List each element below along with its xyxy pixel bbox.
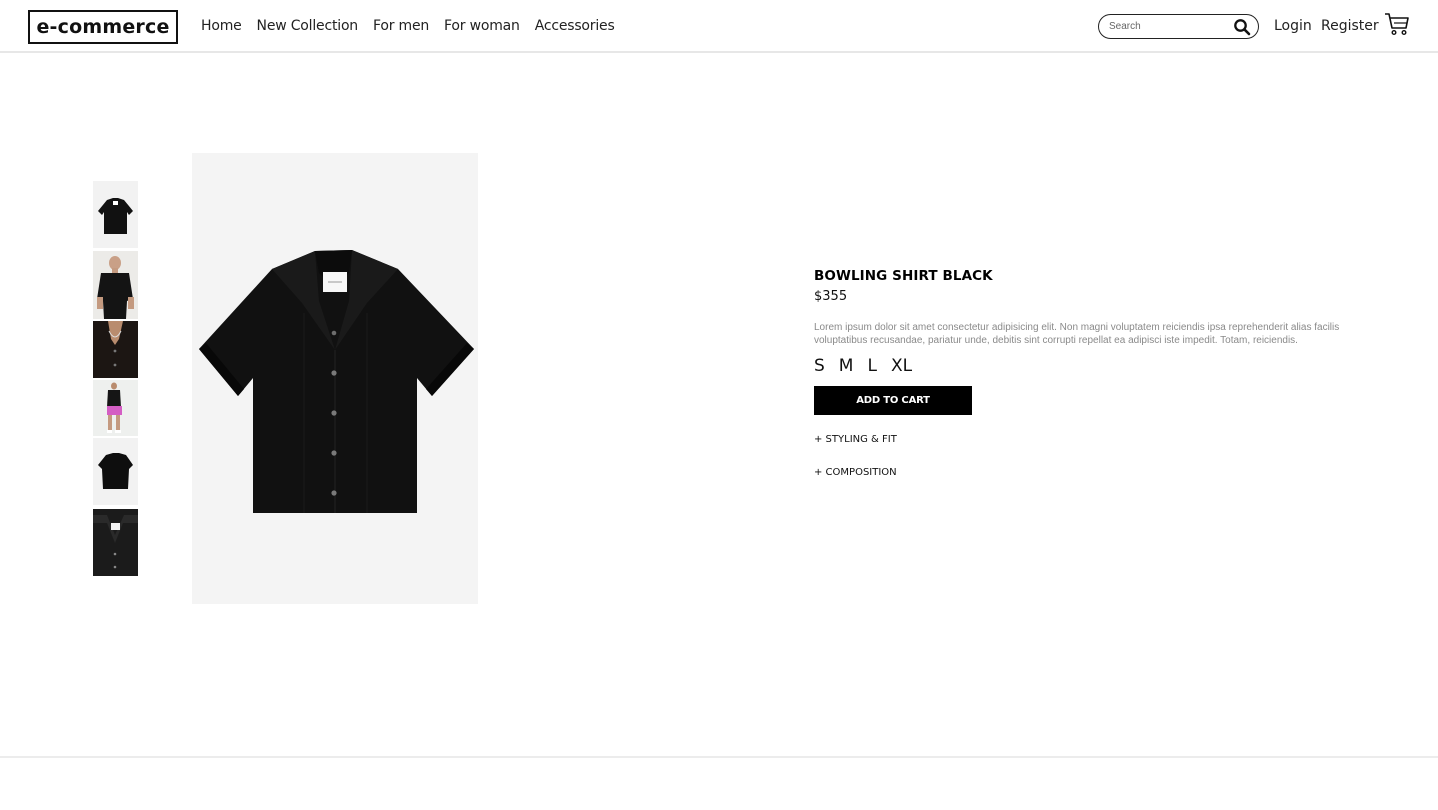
logo[interactable]: e-commerce [28,10,178,44]
thumbnail-3[interactable] [93,321,138,378]
nav-home[interactable]: Home [201,18,242,34]
nav-new-collection[interactable]: New Collection [257,18,359,34]
footer-divider [0,756,1438,758]
size-m[interactable]: M [839,356,854,376]
composition-toggle[interactable]: + COMPOSITION [814,467,1394,478]
nav-for-men[interactable]: For men [373,18,429,34]
register-link[interactable]: Register [1321,18,1379,34]
product-title: BOWLING SHIRT BLACK [814,268,993,284]
thumbnail-2[interactable] [93,251,138,319]
site-header: e-commerce Home New Collection For men F… [0,0,1438,53]
size-selector: S M L XL [814,356,1394,376]
product-description: Lorem ipsum dolor sit amet consectetur a… [814,322,1340,346]
cart-icon[interactable] [1384,12,1410,36]
search-box [1098,14,1259,39]
thumbnail-5[interactable] [93,438,138,505]
shirt-image [192,153,478,604]
product-info: BOWLING SHIRT BLACK $355 Lorem ipsum dol… [814,268,1394,478]
add-to-cart-button[interactable]: ADD TO CART [814,386,972,415]
nav-accessories[interactable]: Accessories [535,18,615,34]
thumbnail-1[interactable] [93,181,138,248]
size-l[interactable]: L [867,356,876,376]
search-icon[interactable] [1233,18,1251,36]
search-input[interactable] [1109,21,1229,32]
login-link[interactable]: Login [1274,18,1312,34]
size-s[interactable]: S [814,356,825,376]
size-xl[interactable]: XL [891,356,912,376]
main-product-image[interactable] [192,153,478,604]
main-nav: Home New Collection For men For woman Ac… [201,18,615,34]
thumbnail-6[interactable] [93,509,138,576]
styling-fit-toggle[interactable]: + STYLING & FIT [814,434,1394,445]
nav-for-woman[interactable]: For woman [444,18,520,34]
thumbnail-4[interactable] [93,380,138,436]
product-price: $355 [814,289,848,304]
